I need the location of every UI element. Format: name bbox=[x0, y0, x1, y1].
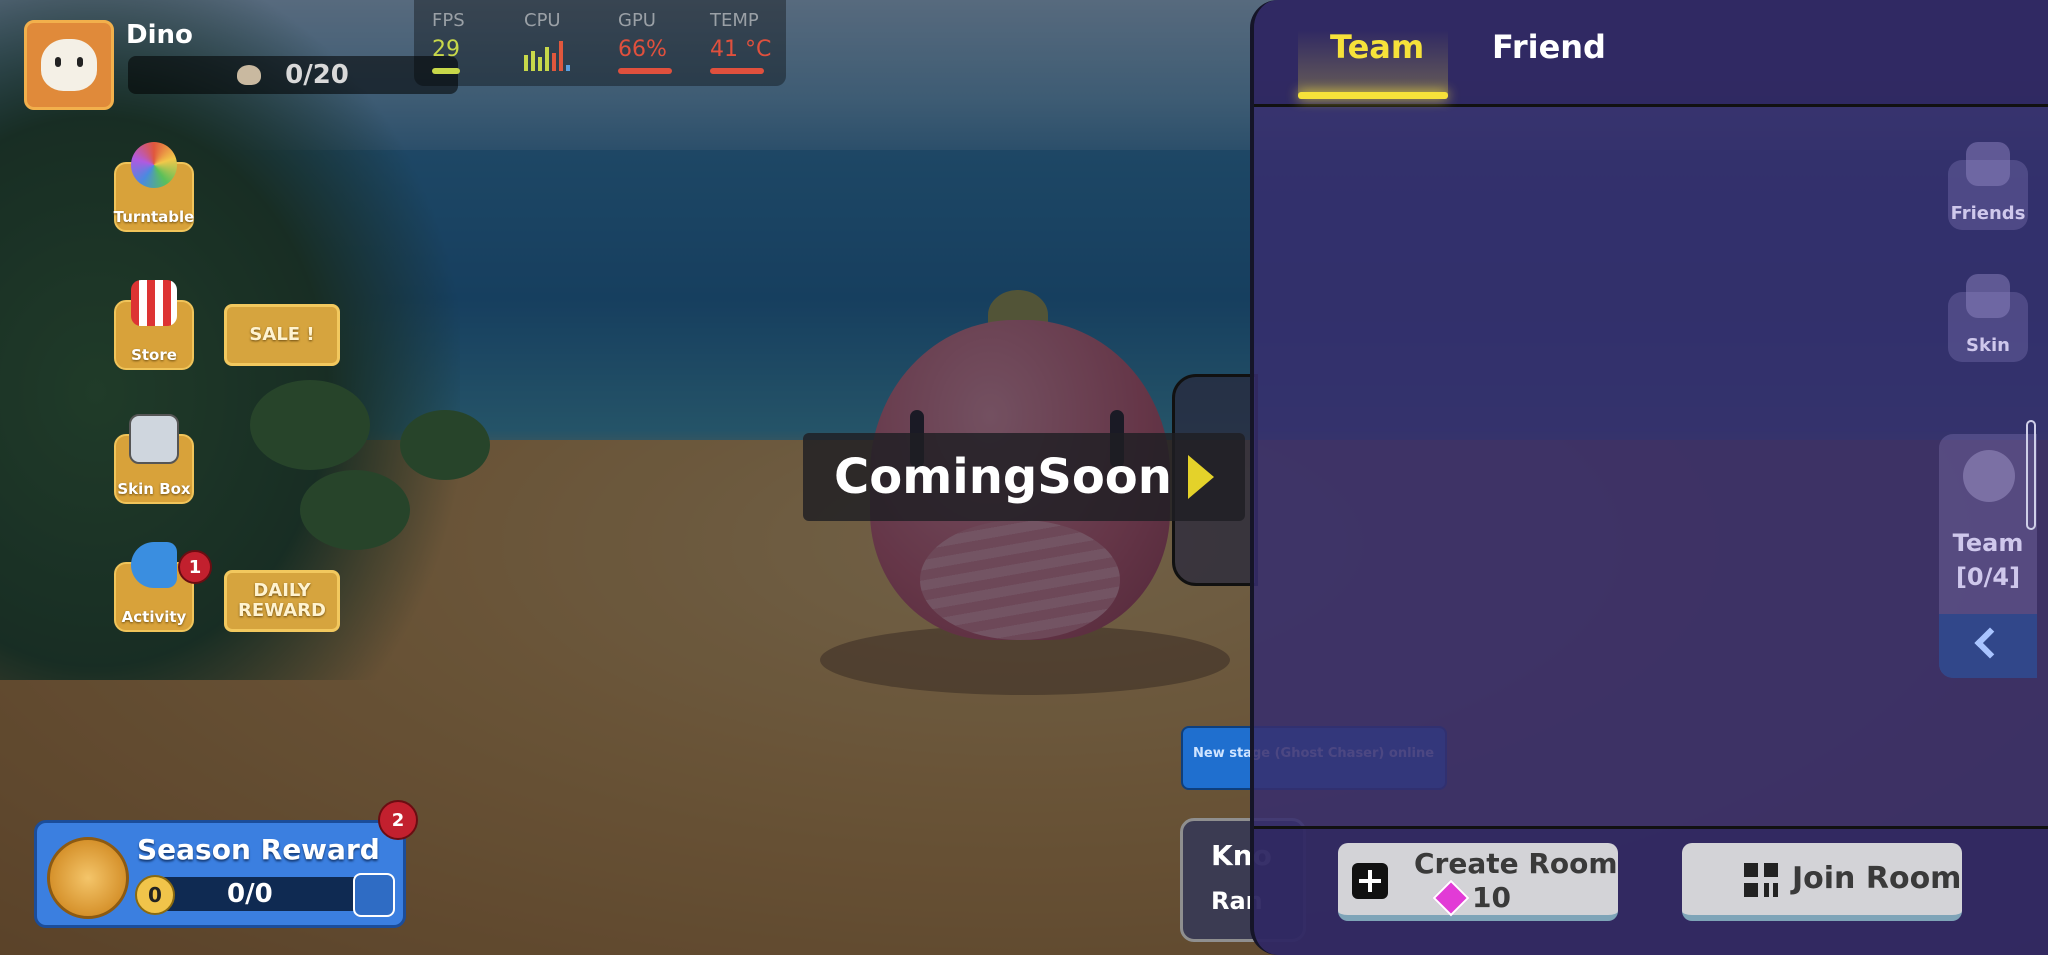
player-name: Dino bbox=[126, 20, 193, 50]
team-side-tab[interactable]: Team [0/4] bbox=[1939, 434, 2037, 678]
avatar-face-icon bbox=[41, 39, 97, 91]
season-reward-card[interactable]: Season Reward 0 0/0 bbox=[34, 820, 406, 928]
sale-button[interactable]: SALE ! bbox=[224, 304, 340, 366]
activity-label: Activity bbox=[121, 608, 187, 626]
gpu-label: GPU bbox=[618, 10, 656, 31]
activity-badge: 1 bbox=[178, 550, 212, 584]
season-shield-icon bbox=[353, 873, 395, 917]
create-room-label: Create Room bbox=[1414, 847, 1618, 880]
tab-team[interactable]: Team bbox=[1330, 28, 1424, 66]
gpu-bar bbox=[618, 68, 672, 74]
qr-code-icon bbox=[1744, 863, 1778, 897]
fps-label: FPS bbox=[432, 10, 465, 31]
gem-icon bbox=[1432, 879, 1470, 916]
fps-value: 29 bbox=[432, 37, 460, 62]
player-avatar[interactable] bbox=[24, 20, 114, 110]
daily-reward-button[interactable]: DAILY REWARD bbox=[224, 570, 340, 632]
friends-label: Friends bbox=[1950, 203, 2026, 224]
create-room-cost-value: 10 bbox=[1472, 881, 1511, 914]
gpu-stat: GPU 66% bbox=[618, 10, 672, 74]
turntable-icon bbox=[131, 142, 177, 188]
fps-stat: FPS 29 bbox=[432, 10, 465, 74]
gpu-value: 66% bbox=[618, 37, 667, 62]
season-reward-badge: 2 bbox=[378, 800, 418, 840]
shell-icon bbox=[237, 65, 262, 85]
season-level-coin: 0 bbox=[135, 875, 175, 915]
turntable-button[interactable]: Turntable bbox=[113, 142, 195, 232]
cpu-stat: CPU bbox=[524, 10, 574, 75]
megaphone-icon bbox=[131, 542, 177, 588]
team-side-count: [0/4] bbox=[1955, 563, 2021, 591]
team-side-label: Team [0/4] bbox=[1939, 526, 2037, 594]
social-panel: Team Friend Friends Skin Team [0/4] Crea… bbox=[1250, 0, 2048, 955]
cpu-label: CPU bbox=[524, 10, 561, 31]
shell-progress: 0/20 bbox=[128, 56, 458, 94]
coming-soon-banner[interactable]: ComingSoon bbox=[803, 433, 1245, 521]
skin-icon bbox=[1966, 274, 2010, 318]
shell-progress-value: 0/20 bbox=[285, 60, 349, 90]
store-icon bbox=[131, 280, 177, 326]
create-room-cost: 10 bbox=[1432, 879, 1511, 916]
panel-tabs: Team Friend bbox=[1254, 0, 2048, 107]
active-tab-underline bbox=[1298, 92, 1448, 99]
team-side-title: Team bbox=[1952, 529, 2024, 557]
friends-icon bbox=[1966, 142, 2010, 186]
plus-icon bbox=[1352, 863, 1388, 899]
tab-friend[interactable]: Friend bbox=[1492, 28, 1606, 66]
join-room-button[interactable]: Join Room bbox=[1682, 843, 1962, 921]
turntable-label: Turntable bbox=[113, 208, 195, 226]
create-room-button[interactable]: Create Room 10 bbox=[1338, 843, 1618, 921]
skin-label: Skin bbox=[1966, 335, 2010, 356]
store-label: Store bbox=[131, 346, 177, 364]
fps-bar bbox=[432, 68, 460, 74]
team-icon bbox=[1963, 450, 2015, 502]
join-room-label: Join Room bbox=[1792, 861, 1962, 896]
collapse-arrow-icon[interactable] bbox=[1939, 614, 2037, 678]
store-button[interactable]: Store bbox=[114, 280, 194, 370]
temp-label: TEMP bbox=[710, 10, 759, 31]
season-medal-icon bbox=[47, 837, 129, 919]
coming-soon-label: ComingSoon bbox=[834, 449, 1172, 505]
panel-bottom-bar: Create Room 10 Join Room bbox=[1254, 826, 2048, 955]
temp-value: 41 °C bbox=[710, 37, 772, 62]
scrollbar[interactable] bbox=[2026, 420, 2036, 530]
cpu-bars-icon bbox=[524, 41, 570, 71]
season-progress-value: 0/0 bbox=[227, 879, 273, 909]
chevron-right-icon bbox=[1187, 455, 1214, 499]
skin-box-label: Skin Box bbox=[117, 480, 191, 498]
friends-button[interactable]: Friends bbox=[1948, 142, 2028, 230]
skin-box-icon bbox=[129, 414, 179, 464]
temp-stat: TEMP 41 °C bbox=[710, 10, 771, 74]
temp-bar bbox=[710, 68, 764, 74]
skin-box-button[interactable]: Skin Box bbox=[114, 414, 194, 504]
performance-overlay: FPS 29 CPU GPU 66% TEMP 41 °C bbox=[414, 0, 786, 86]
season-reward-title: Season Reward bbox=[137, 833, 380, 866]
skin-button[interactable]: Skin bbox=[1948, 274, 2028, 362]
